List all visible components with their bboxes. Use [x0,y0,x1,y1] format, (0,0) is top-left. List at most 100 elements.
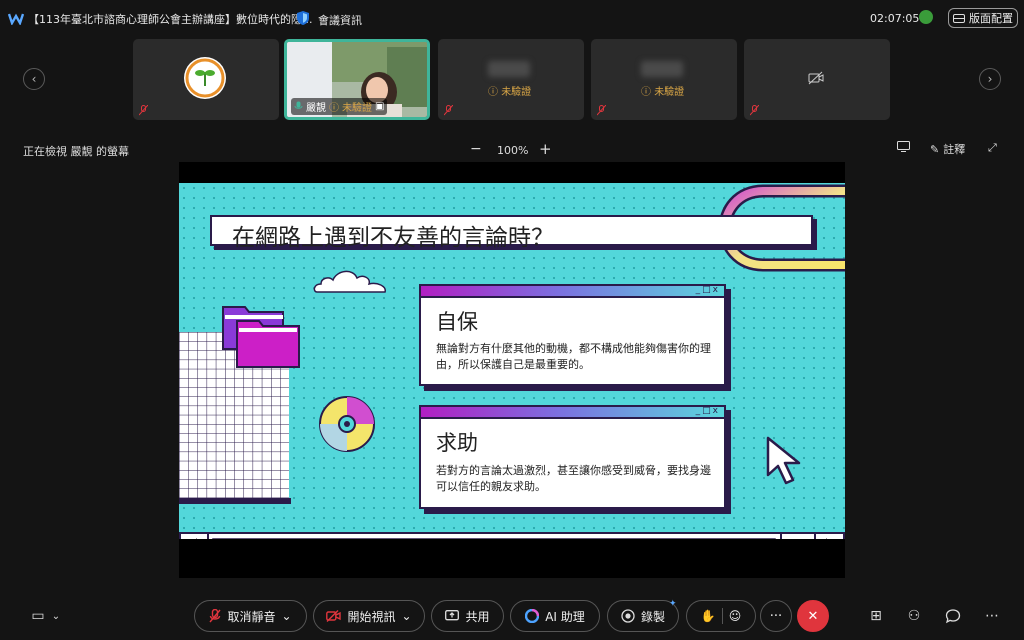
card-title-bar: _□x [421,285,724,298]
apps-button[interactable]: ⊞ [866,606,886,626]
card-window-buttons: _□x [695,285,720,295]
chat-bubble-icon [945,609,961,624]
slide-card: _□x 自保 無論對方有什麼其他的動機，都不構成他能夠傷害你的理由，所以保護自己… [419,284,726,386]
screen-share-icon: ▣ [375,101,385,112]
card-body: 無論對方有什麼其他的動機，都不構成他能夠傷害你的理由，所以保護自己是最重要的。 [436,342,711,371]
participants-icon: ⚇ [907,608,921,624]
participant-status [597,105,606,116]
more-icon: ⋯ [985,608,999,624]
card-body: 若對方的言論太過激烈，甚至讓你感受到威脅，要找身邊可以信任的親友求助。 [436,464,711,493]
card-heading: 求助 [436,431,478,455]
slide-scrollbar-decoration [179,532,845,539]
captions-icon: ▭ [31,608,45,624]
warning-icon: ⓘ [329,103,339,114]
participants-button[interactable]: ⚇ [904,606,924,626]
folder-icon [222,306,300,368]
warning-icon: ⓘ [488,87,498,98]
prev-participants-button[interactable]: ‹ [23,68,45,90]
close-icon: ✕ [807,608,819,624]
card-title-bar: _□x [421,406,724,419]
unmute-label: 取消靜音 [227,609,276,624]
participant-tile[interactable] [133,39,279,120]
ai-assistant-button[interactable]: AI 助理 [510,600,600,632]
chevron-left-icon: ‹ [31,72,37,86]
participant-verification: 未驗證 [501,87,532,98]
unmute-button[interactable]: 取消靜音 ⌄ [194,600,307,632]
share-button[interactable]: 共用 [431,600,504,632]
slide-card: _□x 求助 若對方的言論太過激烈，甚至讓你感受到威脅，要找身邊可以信任的親友求… [419,405,726,509]
monitor-icon [897,141,910,152]
participant-name: 嚴靚 [306,103,326,114]
fullscreen-button[interactable]: ⤢ [988,141,997,155]
participant-status [444,105,453,116]
participant-verification: 未驗證 [342,103,372,114]
annotate-button[interactable]: ✎ 註釋 [930,141,965,157]
sparkle-icon: ✦ [669,599,677,609]
more-options-button[interactable]: ··· [760,600,792,632]
muted-mic-icon [139,105,148,116]
emoji-reaction-icon[interactable]: ☺ [729,609,742,623]
shared-screen[interactable]: 在網路上遇到不友善的言論時？ _□x 自保 無論對方有什麼其他的動機，都不構成他… [179,162,845,578]
meeting-info-link[interactable]: 會議資訊 [318,12,362,28]
cloud-decoration [313,270,386,293]
participant-tile[interactable] [744,39,890,120]
participant-status [139,105,148,116]
remote-control-button[interactable] [897,141,910,152]
meeting-timer: 02:07:05 [870,12,920,25]
participant-verification-row: ⓘ 未驗證 [641,83,684,98]
card-heading: 自保 [436,310,478,334]
participant-status [750,105,759,116]
leave-meeting-button[interactable]: ✕ [797,600,829,632]
chevron-right-icon: › [987,72,993,86]
share-label: 共用 [465,609,490,624]
participant-verification: 未驗證 [654,87,685,98]
reactions-group: ✋ ☺ [686,600,756,632]
mouse-cursor-icon [766,436,801,485]
participant-verification-row: ⓘ 未驗證 [488,83,531,98]
video-off-icon [326,610,342,622]
record-icon [621,609,635,623]
annotate-label: 註釋 [943,143,966,156]
expand-icon: ⤢ [988,141,997,154]
muted-mic-icon [750,105,759,116]
chat-button[interactable] [943,606,963,626]
layout-button-label: 版面配置 [969,12,1013,25]
video-off-icon [808,71,824,85]
ai-assistant-label: AI 助理 [545,609,585,624]
organization-logo-icon [184,57,226,99]
slide-title: 在網路上遇到不友善的言論時？ [232,225,554,251]
chevron-down-icon: ⌄ [51,610,61,622]
captions-button[interactable]: ▭ [28,606,48,626]
participant-tile[interactable]: ⓘ 未驗證 [591,39,737,120]
participant-tile[interactable]: ⓘ 未驗證 [438,39,584,120]
zoom-in-button[interactable]: + [539,140,552,158]
apps-grid-icon: ⊞ [870,608,882,624]
participant-name-redacted [488,61,530,77]
network-signal-icon[interactable] [919,10,933,24]
raise-hand-icon[interactable]: ✋ [701,609,716,623]
more-panels-button[interactable]: ⋯ [982,606,1002,626]
mic-on-icon [294,101,303,109]
layout-button[interactable]: 版面配置 [948,8,1018,28]
participant-status: 嚴靚 ⓘ 未驗證 ▣ [291,98,388,115]
participant-name-redacted [641,61,683,77]
muted-mic-icon [209,609,221,623]
chevron-down-icon: ⌄ [281,609,292,623]
compact-disc-icon [319,396,375,452]
shield-icon[interactable] [296,10,310,26]
scrollbar-graphic [196,534,827,539]
share-screen-icon [445,610,460,621]
viewing-label: 正在檢視 嚴靚 的螢幕 [23,145,129,158]
next-participants-button[interactable]: › [979,68,1001,90]
warning-icon: ⓘ [641,87,651,98]
webex-logo-icon [8,13,24,25]
captions-menu-button[interactable]: ⌄ [46,606,66,626]
presentation-slide: 在網路上遇到不友善的言論時？ _□x 自保 無論對方有什麼其他的動機，都不構成他… [179,183,845,539]
zoom-out-button[interactable]: − [470,141,482,157]
ai-assistant-icon [525,609,540,623]
participant-tile-active-speaker[interactable]: 嚴靚 ⓘ 未驗證 ▣ [284,39,430,120]
title-bar: 【113年臺北市諮商心理師公會主辦講座】數位時代的隱... 會議資訊 02:07… [0,0,1024,36]
webex-meeting-window: 【113年臺北市諮商心理師公會主辦講座】數位時代的隱... 會議資訊 02:07… [0,0,1024,640]
more-icon: ··· [769,608,783,624]
start-video-button[interactable]: 開始視訊 ⌄ [313,600,425,632]
